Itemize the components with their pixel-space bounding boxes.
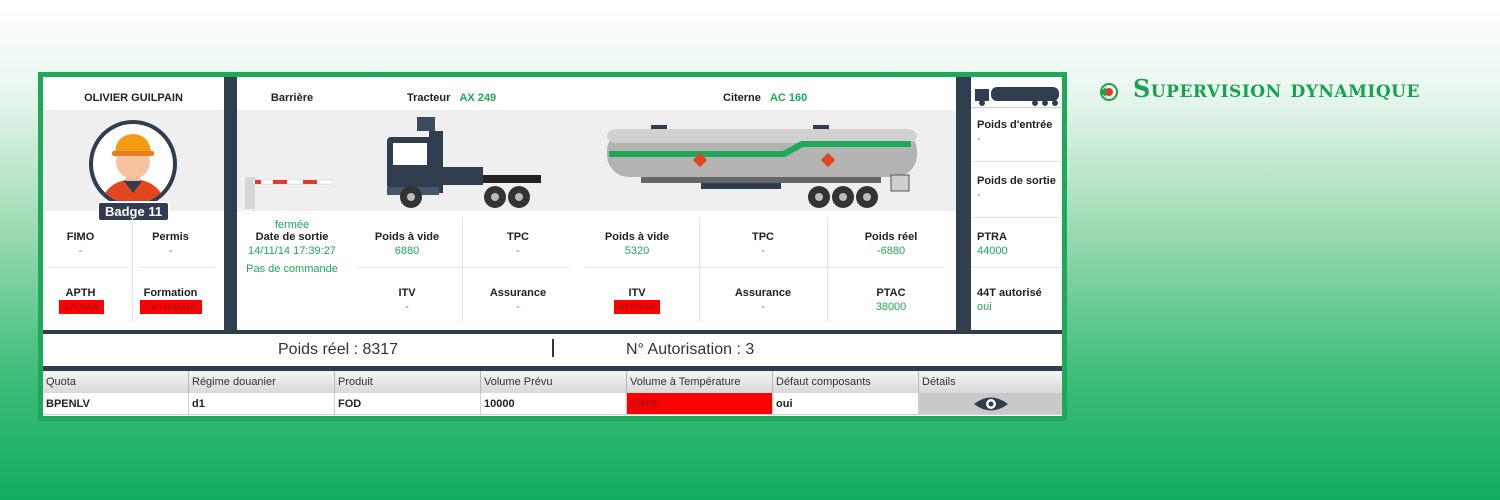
- weights-panel: Poids d'entrée - Poids de sortie - PTRA …: [971, 77, 1062, 330]
- driver-panel: OLIVIER GUILPAIN Badge 11 FIMO - Permis …: [43, 77, 224, 330]
- permis-value: -: [168, 245, 173, 257]
- table-header-customs[interactable]: Régime douanier: [189, 371, 335, 393]
- table-header-temperature-volume[interactable]: Volume à Température: [627, 371, 773, 393]
- tractor-truck-icon: [387, 117, 541, 208]
- tank-id: AC 160: [769, 92, 808, 104]
- tank-ptac-label: PTAC: [876, 287, 906, 299]
- table-header-component-defect[interactable]: Défaut composants: [773, 371, 919, 393]
- divider: [585, 267, 945, 268]
- table-header-planned-volume[interactable]: Volume Prévu: [481, 371, 627, 393]
- fimo-value: -: [78, 245, 83, 257]
- permis-label: Permis: [152, 231, 189, 243]
- barrier-command: Pas de commande: [246, 263, 338, 275]
- authorized-44t-value: oui: [977, 301, 992, 313]
- exit-weight-label: Poids de sortie: [977, 175, 1056, 187]
- divider: [971, 267, 1062, 268]
- supervision-inner: OLIVIER GUILPAIN Badge 11 FIMO - Permis …: [43, 77, 1062, 416]
- divider: [132, 217, 133, 322]
- tank-empty-weight-value: 5320: [624, 245, 650, 257]
- divider: [462, 217, 463, 322]
- tank-insurance-label: Assurance: [734, 287, 792, 299]
- divider: [699, 217, 700, 322]
- tractor-empty-weight-value: 6880: [394, 245, 420, 257]
- barrier-illustration: [245, 177, 334, 209]
- table-header-product[interactable]: Produit: [335, 371, 481, 393]
- table-cell-details[interactable]: [919, 393, 1062, 415]
- barrier-title: Barrière: [270, 92, 314, 104]
- real-weight-summary: Poids réel : 8317: [278, 341, 399, 358]
- table-cell-product: FOD: [335, 393, 481, 415]
- tractor-insurance-label: Assurance: [489, 287, 547, 299]
- table-cell-customs: d1: [189, 393, 335, 415]
- tractor-title: Tracteur AX 249: [407, 92, 496, 104]
- table-header-details[interactable]: Détails: [919, 371, 1062, 393]
- summary-bar: Poids réel : 8317 N° Autorisation : 3: [43, 334, 1062, 366]
- apth-value: 17/09/14: [59, 300, 104, 314]
- eye-icon[interactable]: [972, 395, 1010, 413]
- vehicle-panel: Barrière fermée Date de sortie 14/11/14 …: [237, 77, 956, 330]
- authorization-summary: N° Autorisation : 3: [626, 341, 755, 358]
- brand-logo-icon: [1100, 83, 1118, 101]
- tank-trailer-icon: [607, 125, 917, 208]
- formation-label: Formation: [143, 287, 198, 299]
- tractor-itv-value: -: [405, 301, 409, 313]
- supervision-panel: OLIVIER GUILPAIN Badge 11 FIMO - Permis …: [38, 72, 1067, 421]
- divider: [971, 217, 1062, 218]
- tank-itv-value: 01/09/14: [614, 300, 660, 314]
- table-cell-quota: BPENLV: [43, 393, 189, 415]
- fimo-label: FIMO: [66, 231, 95, 243]
- table-cell-temperature-volume: 23000: [627, 393, 773, 415]
- divider: [357, 267, 569, 268]
- driver-badge: Badge 11: [97, 201, 171, 222]
- driver-avatar: [89, 120, 177, 208]
- divider: [49, 267, 129, 268]
- tank-ptac-value: 38000: [875, 301, 907, 313]
- barrier-state: fermée: [274, 219, 310, 231]
- tractor-label: Tracteur: [407, 92, 451, 104]
- divider: [971, 161, 1062, 162]
- tank-insurance-value: -: [761, 301, 765, 313]
- tank-label: Citerne: [723, 92, 761, 104]
- data-table: Quota Régime douanier Produit Volume Pré…: [43, 371, 1062, 416]
- exit-weight-value: -: [977, 189, 981, 201]
- tractor-itv-label: ITV: [398, 287, 416, 299]
- ptra-label: PTRA: [977, 231, 1007, 243]
- tractor-insurance-value: -: [516, 301, 520, 313]
- truck-silhouette-icon: [975, 87, 1059, 106]
- apth-label: APTH: [65, 287, 96, 299]
- tank-tpc-label: TPC: [752, 231, 774, 243]
- tank-itv-label: ITV: [628, 287, 646, 299]
- table-header-quota[interactable]: Quota: [43, 371, 189, 393]
- divider: [971, 107, 1062, 108]
- exit-date-value: 14/11/14 17:39:27: [248, 245, 336, 257]
- tractor-empty-weight-label: Poids à vide: [374, 231, 440, 243]
- entry-weight-value: -: [977, 133, 981, 145]
- tank-empty-weight-label: Poids à vide: [604, 231, 670, 243]
- formation-value: non réalisée: [140, 300, 202, 314]
- ptra-value: 44000: [977, 245, 1008, 257]
- authorized-44t-label: 44T autorisé: [977, 287, 1042, 299]
- table-cell-planned-volume: 10000: [481, 393, 627, 415]
- brand-title: Supervision dynamique: [1133, 74, 1420, 103]
- table-cell-component-defect: oui: [773, 393, 919, 415]
- tractor-tpc-value: -: [516, 245, 520, 257]
- tank-real-weight-label: Poids réel: [864, 231, 918, 243]
- divider: [139, 267, 215, 268]
- tank-title: Citerne AC 160: [723, 92, 807, 104]
- exit-date-label: Date de sortie: [255, 231, 329, 243]
- divider: [827, 217, 828, 322]
- tank-real-weight-value: -6880: [876, 245, 906, 257]
- tank-tpc-value: -: [761, 245, 765, 257]
- tractor-tpc-label: TPC: [507, 231, 529, 243]
- tractor-id: AX 249: [459, 92, 497, 104]
- summary-separator: [552, 339, 554, 357]
- entry-weight-label: Poids d'entrée: [977, 119, 1053, 131]
- driver-name: OLIVIER GUILPAIN: [84, 92, 183, 104]
